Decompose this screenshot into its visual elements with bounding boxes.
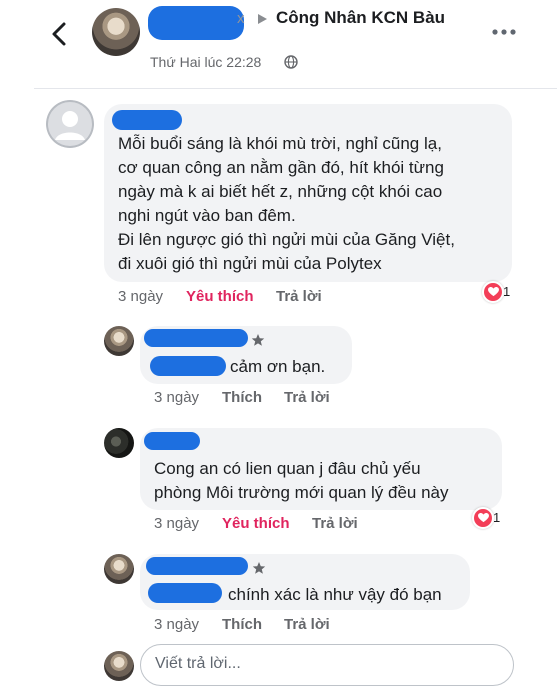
redacted-mention <box>148 583 222 603</box>
reply-time[interactable]: 3 ngày <box>154 389 199 406</box>
star-icon <box>251 333 265 352</box>
author-name-suffix: x <box>237 10 245 27</box>
arrow-right-icon <box>256 12 268 30</box>
comment-text: Mỗi buổi sáng là khói mù trời, nghỉ cũng… <box>118 132 508 276</box>
reply-input[interactable]: Viết trả lời... <box>140 644 514 686</box>
comment-time[interactable]: 3 ngày <box>118 288 163 305</box>
reply-time[interactable]: 3 ngày <box>154 616 199 633</box>
redacted-reply-name <box>146 557 248 575</box>
love-reaction-button[interactable]: Yêu thích <box>222 515 290 532</box>
chevron-left-icon <box>52 22 66 46</box>
reply-text: cảm ơn bạn. <box>230 357 326 376</box>
redacted-mention <box>150 356 226 376</box>
star-icon <box>252 561 266 580</box>
reply-time[interactable]: 3 ngày <box>154 515 199 532</box>
heart-icon[interactable] <box>482 281 504 303</box>
back-button[interactable] <box>44 18 76 50</box>
comment-line: Đi lên ngược gió thì ngửi mùi của Găng V… <box>118 230 455 249</box>
reply-avatar[interactable] <box>104 326 134 356</box>
reply-text: Cong an có lien quan j đâu chủ yếu phòng… <box>154 457 449 505</box>
comment-line: ngày mà k ai biết hết z, những cột khói … <box>118 182 443 201</box>
comment-line: nghi ngút vào ban đêm. <box>118 206 296 225</box>
author-avatar[interactable] <box>92 8 140 56</box>
reply-line: phòng Môi trường mới quan lý đều này <box>154 483 449 502</box>
redacted-commenter-name <box>112 110 182 130</box>
post-timestamp[interactable]: Thứ Hai lúc 22:28 <box>150 54 261 70</box>
reply-button[interactable]: Trả lời <box>284 616 330 633</box>
redacted-author-name <box>148 6 244 40</box>
redacted-reply-name <box>144 329 248 347</box>
more-options-button[interactable] <box>490 22 518 42</box>
reply-button[interactable]: Trả lời <box>284 389 330 406</box>
reply-button[interactable]: Trả lời <box>312 515 358 532</box>
comment-line: cơ quan công an nằm gần đó, hít khói từn… <box>118 158 444 177</box>
love-reaction-button[interactable]: Yêu thích <box>186 288 254 305</box>
reply-line: Cong an có lien quan j đâu chủ yếu <box>154 459 421 478</box>
reply-input-placeholder: Viết trả lời... <box>155 655 241 672</box>
more-horizontal-icon <box>492 29 516 35</box>
reply-avatar[interactable] <box>104 428 134 458</box>
comment-line: Mỗi buổi sáng là khói mù trời, nghỉ cũng… <box>118 134 442 153</box>
reaction-count[interactable]: 1 <box>493 510 500 525</box>
reaction-count[interactable]: 1 <box>503 284 510 299</box>
reply-button[interactable]: Trả lời <box>276 288 322 305</box>
header-divider <box>34 88 557 89</box>
commenter-avatar[interactable] <box>46 100 94 148</box>
like-button[interactable]: Thích <box>222 389 262 406</box>
redacted-reply-name <box>144 432 200 450</box>
heart-icon[interactable] <box>472 507 494 529</box>
comment-line: đi xuôi gió thì ngửi mùi của Polytex <box>118 254 382 273</box>
reply-text: chính xác là như vậy đó bạn <box>228 585 442 604</box>
default-user-icon <box>46 100 94 148</box>
group-name[interactable]: Công Nhân KCN Bàu <box>276 8 445 28</box>
reply-avatar[interactable] <box>104 554 134 584</box>
like-button[interactable]: Thích <box>222 616 262 633</box>
globe-icon <box>284 55 298 74</box>
my-avatar <box>104 651 134 681</box>
